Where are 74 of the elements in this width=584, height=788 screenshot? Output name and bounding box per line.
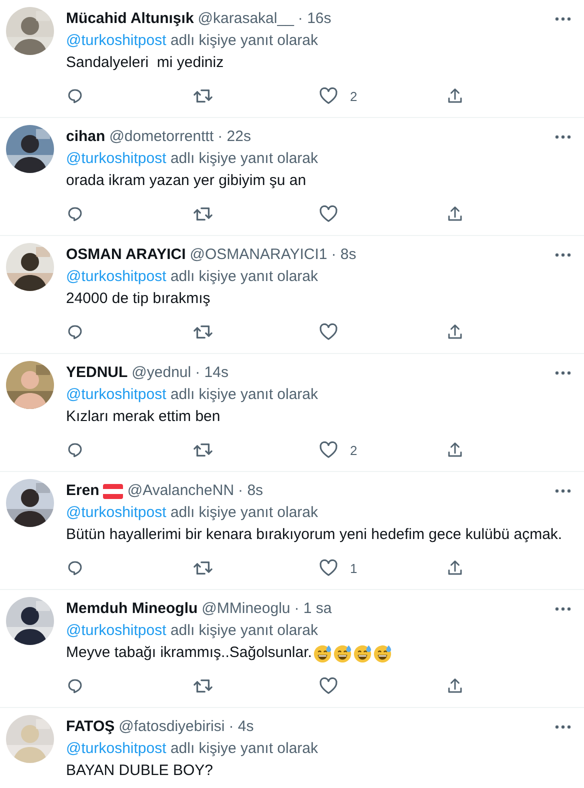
reply-icon[interactable] [66, 559, 84, 577]
retweet-icon[interactable] [192, 559, 212, 577]
timestamp[interactable]: · 1 sa [294, 599, 332, 619]
tweet-text: 24000 de tip bırakmış [66, 289, 210, 309]
reply-icon[interactable] [66, 677, 84, 695]
share-icon[interactable] [446, 205, 464, 223]
user-name[interactable]: Eren [66, 481, 100, 501]
share-icon[interactable] [446, 677, 464, 695]
reply-context: adlı kişiye yanıt olarak [170, 268, 318, 285]
sweat-smile-emoji-icon [332, 644, 352, 662]
sweat-smile-emoji-icon [352, 644, 372, 662]
user-name[interactable]: FATOŞ [66, 717, 115, 737]
heart-icon[interactable] [319, 441, 338, 459]
like-count: 2 [350, 88, 358, 104]
reply-context: adlı kişiye yanıt olarak [170, 386, 318, 403]
more-icon[interactable] [554, 607, 572, 611]
sweat-smile-emoji-icon [312, 644, 332, 662]
share-icon[interactable] [446, 87, 464, 105]
timestamp[interactable]: · 14s [195, 363, 228, 383]
sweat-smile-emoji-icon [372, 644, 392, 662]
user-name[interactable]: YEDNUL [66, 363, 128, 383]
tweet-text: Bütün hayallerimi bir kenara bırakıyorum yeni hedefim gece kulübü açmak. [66, 525, 562, 545]
more-icon[interactable] [554, 135, 572, 139]
user-handle[interactable]: @karasakal__ [198, 9, 294, 29]
share-icon[interactable] [446, 323, 464, 341]
heart-icon[interactable] [319, 87, 338, 105]
reply-icon[interactable] [66, 323, 84, 341]
heart-icon[interactable] [319, 205, 338, 223]
tweet-text: Sandalyeleri mi yediniz [66, 53, 224, 73]
retweet-icon[interactable] [192, 323, 212, 341]
like-count: 2 [350, 442, 358, 458]
user-name[interactable]: Memduh Mineoglu [66, 599, 198, 619]
timestamp[interactable]: · 8s [331, 245, 356, 265]
user-handle[interactable]: @yednul [132, 363, 192, 383]
tweet-text: Kızları merak ettim ben [66, 407, 220, 427]
timestamp[interactable]: · 22s [218, 127, 251, 147]
user-name[interactable]: Mücahid Altunışık [66, 9, 194, 29]
heart-icon[interactable] [319, 559, 338, 577]
more-icon[interactable] [554, 253, 572, 257]
like-count: 1 [350, 560, 358, 576]
share-icon[interactable] [446, 559, 464, 577]
retweet-icon[interactable] [192, 87, 212, 105]
more-icon[interactable] [554, 725, 572, 729]
flag-icon [103, 484, 124, 498]
tweet-text: Meyve tabağı ikrammış..Sağolsunlar. [66, 643, 312, 663]
heart-icon[interactable] [319, 323, 338, 341]
user-handle[interactable]: @dometorrenttt [109, 127, 214, 147]
heart-icon[interactable] [319, 677, 338, 695]
user-handle[interactable]: @OSMANARAYICI1 [190, 245, 328, 265]
tweet-text: BAYAN DUBLE BOY? [66, 761, 213, 781]
reply-context: adlı kişiye yanıt olarak [170, 740, 318, 757]
reply-context: adlı kişiye yanıt olarak [170, 150, 318, 167]
user-name[interactable]: OSMAN ARAYICI [66, 245, 186, 265]
more-icon[interactable] [554, 489, 572, 493]
retweet-icon[interactable] [192, 677, 212, 695]
user-name[interactable]: cihan [66, 127, 106, 147]
retweet-icon[interactable] [192, 441, 212, 459]
user-handle[interactable]: @MMineoglu [202, 599, 290, 619]
user-handle[interactable]: @fatosdiyebirisi [118, 717, 225, 737]
retweet-icon[interactable] [192, 205, 212, 223]
tweet-text: orada ikram yazan yer gibiyim şu an [66, 171, 306, 191]
timestamp[interactable]: · 16s [298, 9, 332, 29]
more-icon[interactable] [554, 371, 572, 375]
timestamp[interactable]: · 4s [228, 717, 254, 737]
more-icon[interactable] [554, 17, 572, 21]
reply-context: adlı kişiye yanıt olarak [170, 504, 318, 521]
user-handle[interactable]: @AvalancheNN [127, 481, 234, 501]
timestamp[interactable]: · 8s [238, 481, 264, 501]
reply-icon[interactable] [66, 87, 84, 105]
reply-context: adlı kişiye yanıt olarak [170, 32, 318, 49]
reply-context: adlı kişiye yanıt olarak [170, 622, 318, 639]
reply-icon[interactable] [66, 441, 84, 459]
reply-icon[interactable] [66, 205, 84, 223]
share-icon[interactable] [446, 441, 464, 459]
